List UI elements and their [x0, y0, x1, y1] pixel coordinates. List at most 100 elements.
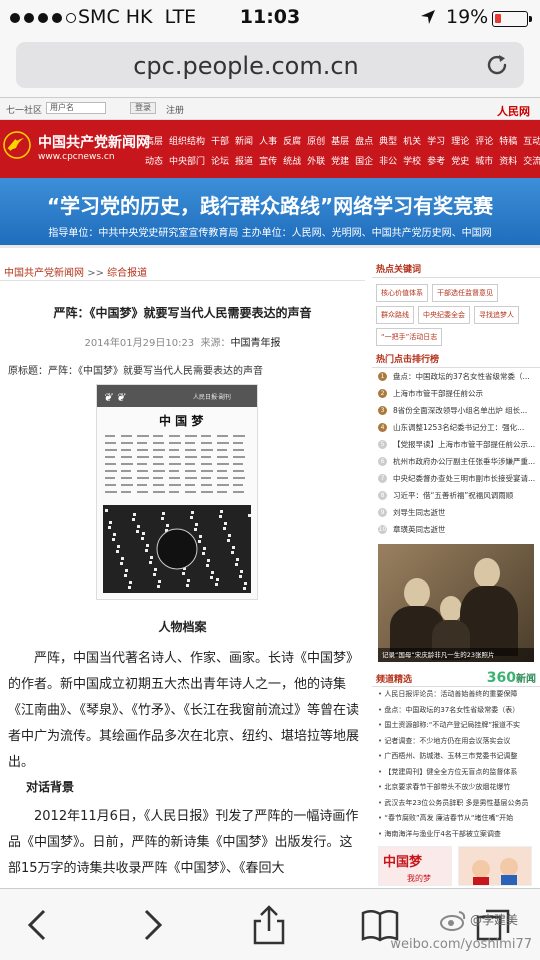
keyword-tag[interactable]: 寻找追梦人 [474, 306, 519, 324]
rank-title[interactable]: 上海市市管干部提任前公示 [393, 388, 483, 399]
rank-title[interactable]: 【党报早读】上海市市管干部提任前公示... [393, 439, 535, 450]
nav-row-1: 高层组织结构干部新闻人事反腐原创基层盘点典型机关学习理论评论特稿互动网评对党说 [145, 134, 540, 147]
nav-link[interactable]: 报道 [235, 154, 253, 167]
nav-link[interactable]: 理论 [451, 134, 469, 147]
weibo-icon [440, 911, 466, 931]
hot-rank-item[interactable]: 3 8省份全面深改领导小组名单出炉 组长... [372, 402, 540, 419]
nav-link[interactable]: 非公 [379, 154, 397, 167]
banner-subtitle: 指导单位：中共中央党史研究室宣传教育局 主办单位：人民网、光明网、中国共产党历史… [48, 228, 492, 239]
rank-title[interactable]: 8省份全面深改领导小组名单出炉 组长... [393, 405, 527, 416]
article-source[interactable]: 中国青年报 [231, 338, 281, 349]
rank-title[interactable]: 章璜英同志逝世 [393, 524, 446, 535]
hot-rank-item[interactable]: 2 上海市市管干部提任前公示 [372, 385, 540, 402]
nav-link[interactable]: 基层 [331, 134, 349, 147]
nav-link[interactable]: 组织结构 [169, 134, 205, 147]
login-button[interactable]: 登录 [130, 102, 156, 114]
rank-title[interactable]: 中央纪委督办查处三明市副市长接受宴请... [393, 473, 535, 484]
nav-link[interactable]: 资料 [499, 154, 517, 167]
share-icon[interactable] [249, 905, 289, 945]
newspaper-image[interactable]: ❦ ❦ 人民日报·副刊 中 国 梦 [96, 384, 258, 600]
rank-title[interactable]: 习近平：借“五善祈福”祝福风调雨顺 [393, 490, 513, 501]
nav-link[interactable]: 盘点 [355, 134, 373, 147]
channel-item[interactable]: 武汉去年23位公务员辞职 多是男性基层公务员 [372, 796, 540, 812]
keyword-tags: 核心价值体系 干部选任监督意见 群众路线 中央纪委全会 寻找追梦人 “一把手”活动日志 [372, 278, 540, 352]
channel-item[interactable]: 人民日报评论员：活动善始善终的重要保障 [372, 687, 540, 703]
nav-link[interactable]: 评论 [475, 134, 493, 147]
nav-link[interactable]: 高层 [145, 134, 163, 147]
rank-title[interactable]: 盘点：中国政坛的37名女性省级常委（... [393, 371, 530, 382]
channel-list: 人民日报评论员：活动善始善终的重要保障盘点：中国政坛的37名女性省级常委（表）国… [372, 687, 540, 842]
nav-link[interactable]: 宣传 [259, 154, 277, 167]
nav-link[interactable]: 典型 [379, 134, 397, 147]
nav-link[interactable]: 中央部门 [169, 154, 205, 167]
back-icon[interactable] [18, 905, 58, 945]
hot-rank-item[interactable]: 10 章璜英同志逝世 [372, 521, 540, 538]
site-logo-title[interactable]: 中国共产党新闻网 [38, 132, 150, 152]
channel-item[interactable]: 记者调查：不少地方仍在用会议落实会议 [372, 734, 540, 750]
keyword-tag[interactable]: 核心价值体系 [376, 284, 428, 302]
hot-rank-item[interactable]: 8 习近平：借“五善祈福”祝福风调雨顺 [372, 487, 540, 504]
channel-item[interactable]: 北京要求春节干部带头不放少放烟花爆竹 [372, 780, 540, 796]
url-text[interactable]: cpc.people.com.cn [16, 52, 476, 80]
channel-item[interactable]: 【党建周刊】健全全方位无盲点的监督体系 [372, 765, 540, 781]
keyword-tag[interactable]: 群众路线 [376, 306, 414, 324]
promo-cartoon[interactable] [458, 846, 532, 886]
channel-item[interactable]: 国土资源部称:“不动产登记局挂牌”报道不实 [372, 718, 540, 734]
screen: SMC HK LTE 11:03 19% cpc.people.com.cn 七… [0, 0, 540, 960]
web-page: 七一社区 用户名 登录 注册 人民网 中国共产党新闻网 www.cpcnews.… [0, 98, 540, 888]
people-daily-logo[interactable]: 人民网 [497, 103, 530, 119]
reload-icon[interactable] [484, 52, 510, 78]
rank-title[interactable]: 山东调整1253名纪委书记分工：强化... [393, 422, 524, 433]
hot-rank-item[interactable]: 7 中央纪委督办查处三明市副市长接受宴请... [372, 470, 540, 487]
nav-link[interactable]: 党史 [451, 154, 469, 167]
address-bar[interactable]: cpc.people.com.cn [16, 42, 524, 88]
hot-rank-item[interactable]: 4 山东调整1253名纪委书记分工：强化... [372, 419, 540, 436]
username-input[interactable]: 用户名 [46, 102, 106, 114]
hot-rank-item[interactable]: 6 杭州市政府办公厅副主任张垂华涉嫌严重... [372, 453, 540, 470]
nav-link[interactable]: 反腐 [283, 134, 301, 147]
nav-link[interactable]: 特稿 [499, 134, 517, 147]
nav-link[interactable]: 人事 [259, 134, 277, 147]
hot-rank-item[interactable]: 1 盘点：中国政坛的37名女性省级常委（... [372, 368, 540, 385]
nav-link[interactable]: 动态 [145, 154, 163, 167]
nav-link[interactable]: 外联 [307, 154, 325, 167]
nav-link[interactable]: 学习 [427, 134, 445, 147]
nav-link[interactable]: 统战 [283, 154, 301, 167]
forward-icon[interactable] [132, 905, 172, 945]
rank-title[interactable]: 刘导生同志逝世 [393, 507, 446, 518]
hot-rank-item[interactable]: 5 【党报早读】上海市市管干部提任前公示... [372, 436, 540, 453]
channel-item[interactable]: 盘点：中国政坛的37名女性省级常委（表） [372, 703, 540, 719]
channel-item[interactable]: 广西梧州、防城港、玉林三市党委书记调整 [372, 749, 540, 765]
browser-toolbar: @李建美 weibo.com/yoshimi77 [0, 888, 540, 960]
nav-link[interactable]: 互动 [523, 134, 540, 147]
nav-link[interactable]: 学校 [403, 154, 421, 167]
featured-photo[interactable]: 记录“国母”宋庆龄非凡一生的23张照片 [378, 544, 534, 662]
nav-link[interactable]: 参考 [427, 154, 445, 167]
promo-china-dream[interactable]: 中国梦 我的梦 [378, 846, 452, 886]
sidebar: 热点关键词 核心价值体系 干部选任监督意见 群众路线 中央纪委全会 寻找追梦人 “一把手”… [372, 258, 540, 888]
register-link[interactable]: 注册 [166, 103, 184, 116]
nav-link[interactable]: 城市 [475, 154, 493, 167]
rank-title[interactable]: 杭州市政府办公厅副主任张垂华涉嫌严重... [393, 456, 535, 467]
nav-link[interactable]: 论坛 [211, 154, 229, 167]
channel-item[interactable]: 海南海洋与渔业厅4名干部被立案调查 [372, 827, 540, 843]
keyword-tag[interactable]: “一把手”活动日志 [376, 328, 443, 346]
breadcrumb-section[interactable]: 综合报道 [107, 268, 147, 279]
nav-link[interactable]: 党建 [331, 154, 349, 167]
rank-number: 3 [378, 406, 387, 415]
nav-link[interactable]: 干部 [211, 134, 229, 147]
channel-item[interactable]: “春节腐败”高发 廉洁春节从“堵住嘴”开始 [372, 811, 540, 827]
nav-link[interactable]: 交流 [523, 154, 540, 167]
keyword-tag[interactable]: 中央纪委全会 [418, 306, 470, 324]
hot-rank-item[interactable]: 9 刘导生同志逝世 [372, 504, 540, 521]
keyword-tag[interactable]: 干部选任监督意见 [432, 284, 498, 302]
quiz-banner[interactable]: “学习党的历史，践行群众路线”网络学习有奖竞赛 指导单位：中共中央党史研究室宣传… [0, 178, 540, 248]
news360-logo[interactable]: 360新闻 [487, 670, 536, 686]
nav-link[interactable]: 原创 [307, 134, 325, 147]
nav-link[interactable]: 新闻 [235, 134, 253, 147]
nav-link[interactable]: 国企 [355, 154, 373, 167]
article-title: 严阵：《中国梦》就要写当代人民需要表达的声音 [53, 306, 312, 320]
newspaper-head: 人民日报·副刊 [193, 393, 231, 401]
breadcrumb-home[interactable]: 中国共产党新闻网 [4, 268, 84, 279]
nav-link[interactable]: 机关 [403, 134, 421, 147]
